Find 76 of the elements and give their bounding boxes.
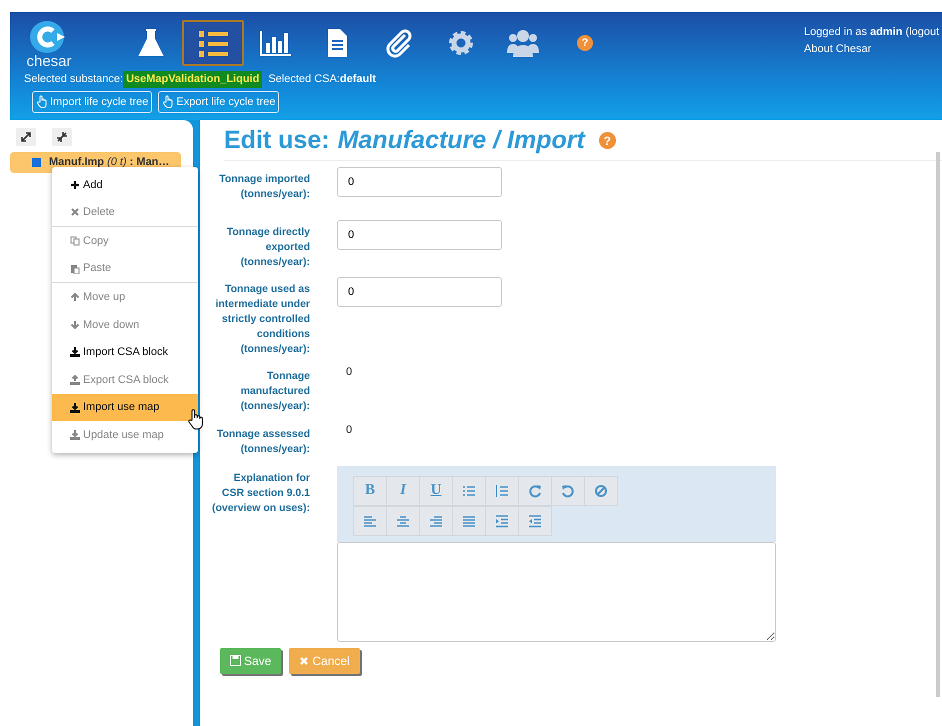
indent-button[interactable] <box>485 506 519 536</box>
help-icon: ? <box>577 35 593 51</box>
bulleted-list-button[interactable] <box>452 476 486 506</box>
field-value: 0 <box>346 423 352 438</box>
close-icon <box>70 207 80 218</box>
copy-icon <box>70 236 80 246</box>
redo-button[interactable] <box>518 476 552 506</box>
csa-name: default <box>340 72 376 87</box>
pointer-hand-icon <box>36 95 48 108</box>
page-title: Edit use: <box>224 125 330 156</box>
justify-icon <box>462 514 476 528</box>
upload-icon <box>70 374 80 385</box>
use-name: Manufacture / Import <box>338 125 585 156</box>
download-icon <box>70 347 80 358</box>
numbered-list-button[interactable] <box>485 476 519 506</box>
export-button[interactable]: Export life cycle tree <box>158 90 280 113</box>
about-link[interactable]: About Chesar <box>804 40 942 57</box>
scrollbar[interactable] <box>936 152 940 697</box>
outdent-button[interactable] <box>518 506 552 536</box>
align-right-button[interactable] <box>419 506 453 536</box>
text-area[interactable] <box>337 542 776 642</box>
users-icon <box>507 27 539 59</box>
undo-button[interactable] <box>551 476 585 506</box>
undo-icon <box>561 484 575 498</box>
justify-button[interactable] <box>452 506 486 536</box>
substance-label: Selected substance: <box>24 72 124 87</box>
download-icon <box>70 402 80 413</box>
align-left-icon <box>363 514 377 528</box>
csa-label: Selected CSA: <box>268 72 340 87</box>
plus-icon <box>70 180 80 190</box>
close-icon <box>299 656 310 666</box>
input-field[interactable]: 0 <box>337 220 502 250</box>
login-status: Logged in as admin (logout <box>804 25 940 40</box>
align-center-button[interactable] <box>386 506 420 536</box>
import-button[interactable]: Import life cycle tree <box>32 90 152 113</box>
nav-tab[interactable] <box>182 20 244 66</box>
outdent-icon <box>528 514 542 528</box>
substance-name: UseMapValidation_Liquid <box>123 71 262 88</box>
align-right-icon <box>429 514 443 528</box>
menu-item[interactable]: Add <box>70 171 107 199</box>
bold-button[interactable]: B <box>353 476 387 506</box>
numbered-list-icon <box>495 484 509 498</box>
arrow-up-icon <box>70 292 80 302</box>
input-field[interactable]: 0 <box>337 166 502 196</box>
italic-button[interactable]: I <box>386 476 420 506</box>
cancel-button[interactable]: Cancel <box>289 648 360 674</box>
field-label: Tonnage used as intermediate under strictly controlled conditions (tonnes/year): <box>214 282 310 358</box>
collapse-icon <box>57 132 67 142</box>
menu-item[interactable]: Import use map <box>52 394 198 422</box>
field-value: 0 <box>346 364 352 380</box>
field-label: Tonnage directly exported (tonnes/year): <box>226 224 310 270</box>
input-field[interactable]: 0 <box>337 276 502 307</box>
bulleted-list-icon <box>462 484 476 498</box>
field-label: Tonnage assessed (tonnes/year): <box>216 427 310 458</box>
clear-format-icon <box>594 484 608 498</box>
field-label: Tonnage manufactured (tonnes/year): <box>240 368 310 414</box>
underline-button[interactable]: U <box>419 476 453 506</box>
download-icon <box>70 430 80 440</box>
expand-button[interactable] <box>16 128 36 146</box>
clear-format-button[interactable] <box>584 476 618 506</box>
pointer-hand-icon <box>162 95 174 108</box>
collapse-button[interactable] <box>52 128 72 146</box>
arrow-down-icon <box>70 320 80 330</box>
expand-icon <box>21 132 31 142</box>
redo-icon <box>528 484 542 498</box>
logo-text: chesar <box>26 54 72 69</box>
menu-item[interactable]: Import CSA block <box>70 338 172 366</box>
paste-icon <box>70 264 80 274</box>
field-label: Explanation for CSR section 9.0.1 (overview on uses): <box>210 470 310 516</box>
help-button[interactable]: ? <box>554 20 616 66</box>
field-label: Tonnage imported (tonnes/year): <box>218 172 310 202</box>
save-button[interactable]: Save <box>220 648 282 674</box>
align-center-icon <box>396 514 410 528</box>
help-icon[interactable]: ? <box>598 132 616 150</box>
indent-icon <box>495 514 509 528</box>
align-left-button[interactable] <box>353 506 387 536</box>
